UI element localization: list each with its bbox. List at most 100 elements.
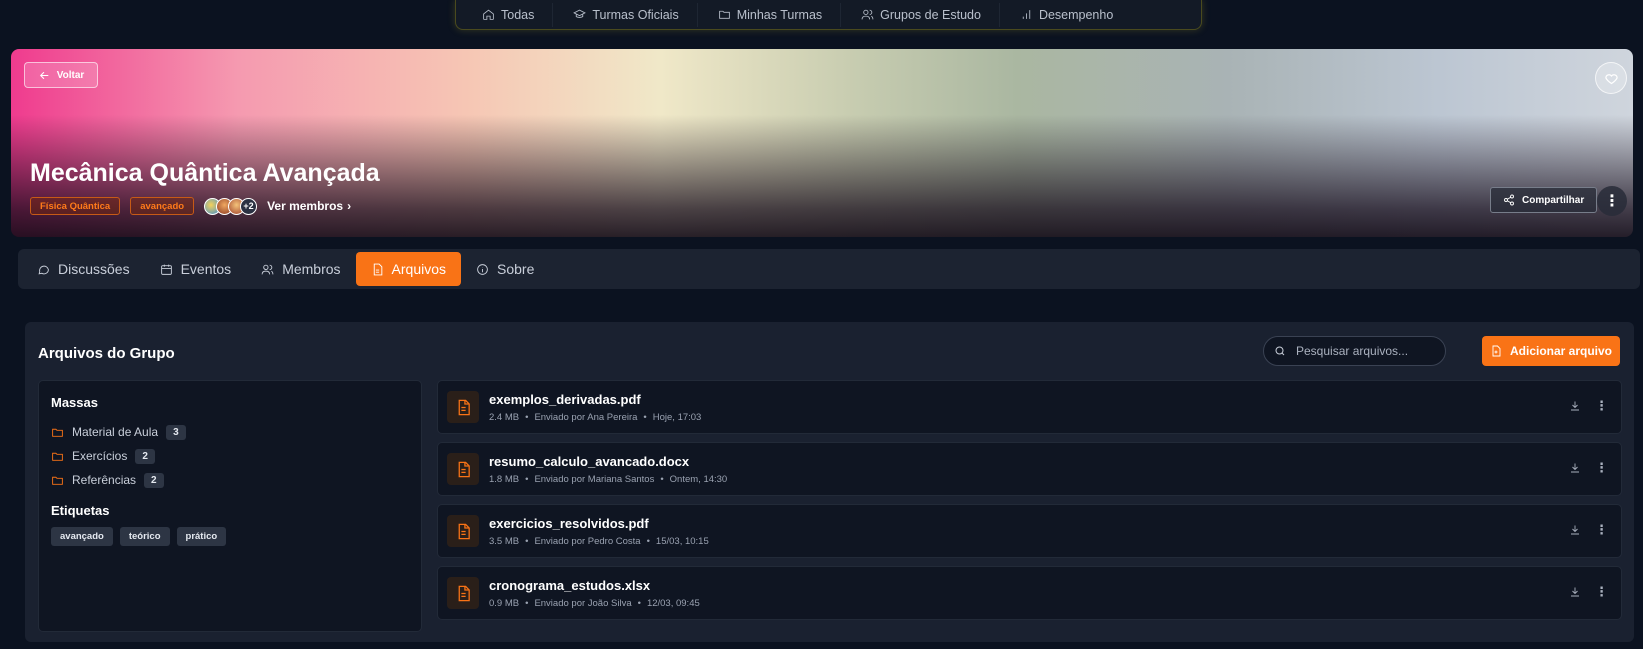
folder-count: 3 <box>166 424 186 440</box>
file-date: Ontem, 14:30 <box>669 473 728 485</box>
more-vertical-icon[interactable]: ⋮ <box>1595 523 1608 536</box>
back-button[interactable]: Voltar <box>24 62 98 88</box>
file-uploader: Enviado por Pedro Costa <box>534 535 641 547</box>
separator-dot: • <box>525 597 529 609</box>
file-info: resumo_calculo_avancado.docx 1.8 MB • Env… <box>489 454 727 485</box>
file-search[interactable] <box>1263 336 1446 366</box>
tab-discussoes[interactable]: Discussões <box>22 252 145 286</box>
file-icon <box>373 263 382 275</box>
tab-sobre[interactable]: Sobre <box>461 252 549 286</box>
tab-label: Sobre <box>497 261 535 277</box>
tag-chip[interactable]: teórico <box>119 527 170 546</box>
more-options-button[interactable]: ⋮ <box>1597 186 1627 216</box>
chevron-right-icon: › <box>347 199 352 213</box>
more-vertical-icon: ⋮ <box>1604 193 1620 210</box>
file-size: 1.8 MB <box>489 473 520 485</box>
nav-item-label: Grupos de Estudo <box>880 7 981 22</box>
file-info: exercicios_resolvidos.pdf 3.5 MB • Enviad… <box>489 516 709 547</box>
separator-dot: • <box>525 473 529 485</box>
tab-membros[interactable]: Membros <box>246 252 355 286</box>
file-row[interactable]: resumo_calculo_avancado.docx 1.8 MB • Env… <box>437 442 1622 496</box>
separator-dot: • <box>637 597 641 609</box>
share-label: Compartilhar <box>1522 194 1585 206</box>
users-icon <box>261 264 274 274</box>
document-icon <box>447 515 479 547</box>
nav-item-label: Todas <box>501 7 535 22</box>
folder-name: Material de Aula <box>72 425 159 439</box>
nav-item-minhas-turmas[interactable]: Minhas Turmas <box>698 2 842 27</box>
info-icon <box>477 263 488 275</box>
file-name: exercicios_resolvidos.pdf <box>489 515 649 531</box>
file-size: 2.4 MB <box>489 411 520 423</box>
file-meta: 3.5 MB • Enviado por Pedro Costa • 15/03, … <box>489 536 709 547</box>
files-panel: Arquivos do Grupo Adicionar arquivo Mass… <box>25 322 1634 642</box>
folder-item[interactable]: Referências 2 <box>51 468 409 492</box>
nav-item-turmas-oficiais[interactable]: Turmas Oficiais <box>553 2 698 27</box>
file-uploader: Enviado por João Silva <box>534 597 632 609</box>
tab-label: Eventos <box>180 261 232 277</box>
users-icon <box>861 9 874 20</box>
nav-item-desempenho[interactable]: Desempenho <box>1000 3 1131 27</box>
file-size: 0.9 MB <box>489 597 520 609</box>
folder-count: 2 <box>135 448 155 464</box>
document-icon <box>447 453 479 485</box>
nav-item-label: Turmas Oficiais <box>592 7 679 22</box>
folder-name: Referências <box>72 473 137 487</box>
category-tag[interactable]: Física Quântica <box>30 197 121 215</box>
file-name: cronograma_estudos.xlsx <box>489 577 651 593</box>
nav-item-label: Minhas Turmas <box>736 7 823 22</box>
tab-eventos[interactable]: Eventos <box>145 252 247 286</box>
folder-item[interactable]: Material de Aula 3 <box>51 420 409 444</box>
file-date: Hoje, 17:03 <box>652 411 702 423</box>
separator-dot: • <box>660 473 664 485</box>
file-name: exemplos_derivadas.pdf <box>489 391 641 407</box>
member-avatars[interactable]: +2 <box>204 197 258 215</box>
folder-count: 2 <box>144 472 164 488</box>
file-actions: ⋮ <box>1569 399 1608 412</box>
file-actions: ⋮ <box>1569 523 1608 536</box>
more-vertical-icon[interactable]: ⋮ <box>1595 461 1608 474</box>
file-date: 12/03, 09:45 <box>646 597 700 609</box>
panel-title: Arquivos do Grupo <box>38 345 175 362</box>
download-icon[interactable] <box>1569 524 1581 536</box>
download-icon[interactable] <box>1569 462 1581 474</box>
favorite-button[interactable] <box>1595 62 1627 94</box>
tag-chip[interactable]: avançado <box>51 527 113 546</box>
separator-dot: • <box>525 535 529 547</box>
message-circle-icon <box>38 265 49 274</box>
download-icon[interactable] <box>1569 586 1581 598</box>
top-navigation: Todas Turmas Oficiais Minhas Turmas Grup… <box>455 0 1202 30</box>
separator-dot: • <box>525 411 529 423</box>
more-vertical-icon[interactable]: ⋮ <box>1595 585 1608 598</box>
view-members-link[interactable]: Ver membros › <box>267 199 351 213</box>
add-file-button[interactable]: Adicionar arquivo <box>1482 336 1620 366</box>
search-icon <box>1275 346 1285 356</box>
tags-heading: Etiquetas <box>51 503 110 518</box>
file-row[interactable]: exercicios_resolvidos.pdf 3.5 MB • Enviad… <box>437 504 1622 558</box>
group-tabs: Discussões Eventos Membros Arquivos Sobr… <box>18 249 1640 289</box>
group-meta: Física Quântica avançado +2 Ver membros … <box>30 197 351 215</box>
folder-item[interactable]: Exercícios 2 <box>51 444 409 468</box>
nav-item-grupos-de-estudo[interactable]: Grupos de Estudo <box>841 2 1000 27</box>
search-input[interactable] <box>1296 344 1436 358</box>
tag-chip[interactable]: prático <box>176 527 227 546</box>
download-icon[interactable] <box>1569 400 1581 412</box>
folder-icon <box>52 428 63 437</box>
separator-dot: • <box>646 535 650 547</box>
back-label: Voltar <box>56 69 85 81</box>
heart-icon <box>1604 73 1618 84</box>
folders-heading: Massas <box>51 395 98 410</box>
file-row[interactable]: cronograma_estudos.xlsx 0.9 MB • Enviado … <box>437 566 1622 620</box>
calendar-icon <box>160 264 172 275</box>
file-row[interactable]: exemplos_derivadas.pdf 2.4 MB • Enviado p… <box>437 380 1622 434</box>
file-name: resumo_calculo_avancado.docx <box>489 453 690 469</box>
nav-item-todas[interactable]: Todas <box>462 2 554 27</box>
level-tag[interactable]: avançado <box>130 197 195 215</box>
separator-dot: • <box>643 411 647 423</box>
bar-chart-icon <box>1022 10 1031 19</box>
more-vertical-icon[interactable]: ⋮ <box>1595 399 1608 412</box>
file-actions: ⋮ <box>1569 461 1608 474</box>
tab-arquivos[interactable]: Arquivos <box>355 252 462 286</box>
nav-item-label: Desempenho <box>1038 7 1114 22</box>
share-button[interactable]: Compartilhar <box>1490 187 1598 213</box>
